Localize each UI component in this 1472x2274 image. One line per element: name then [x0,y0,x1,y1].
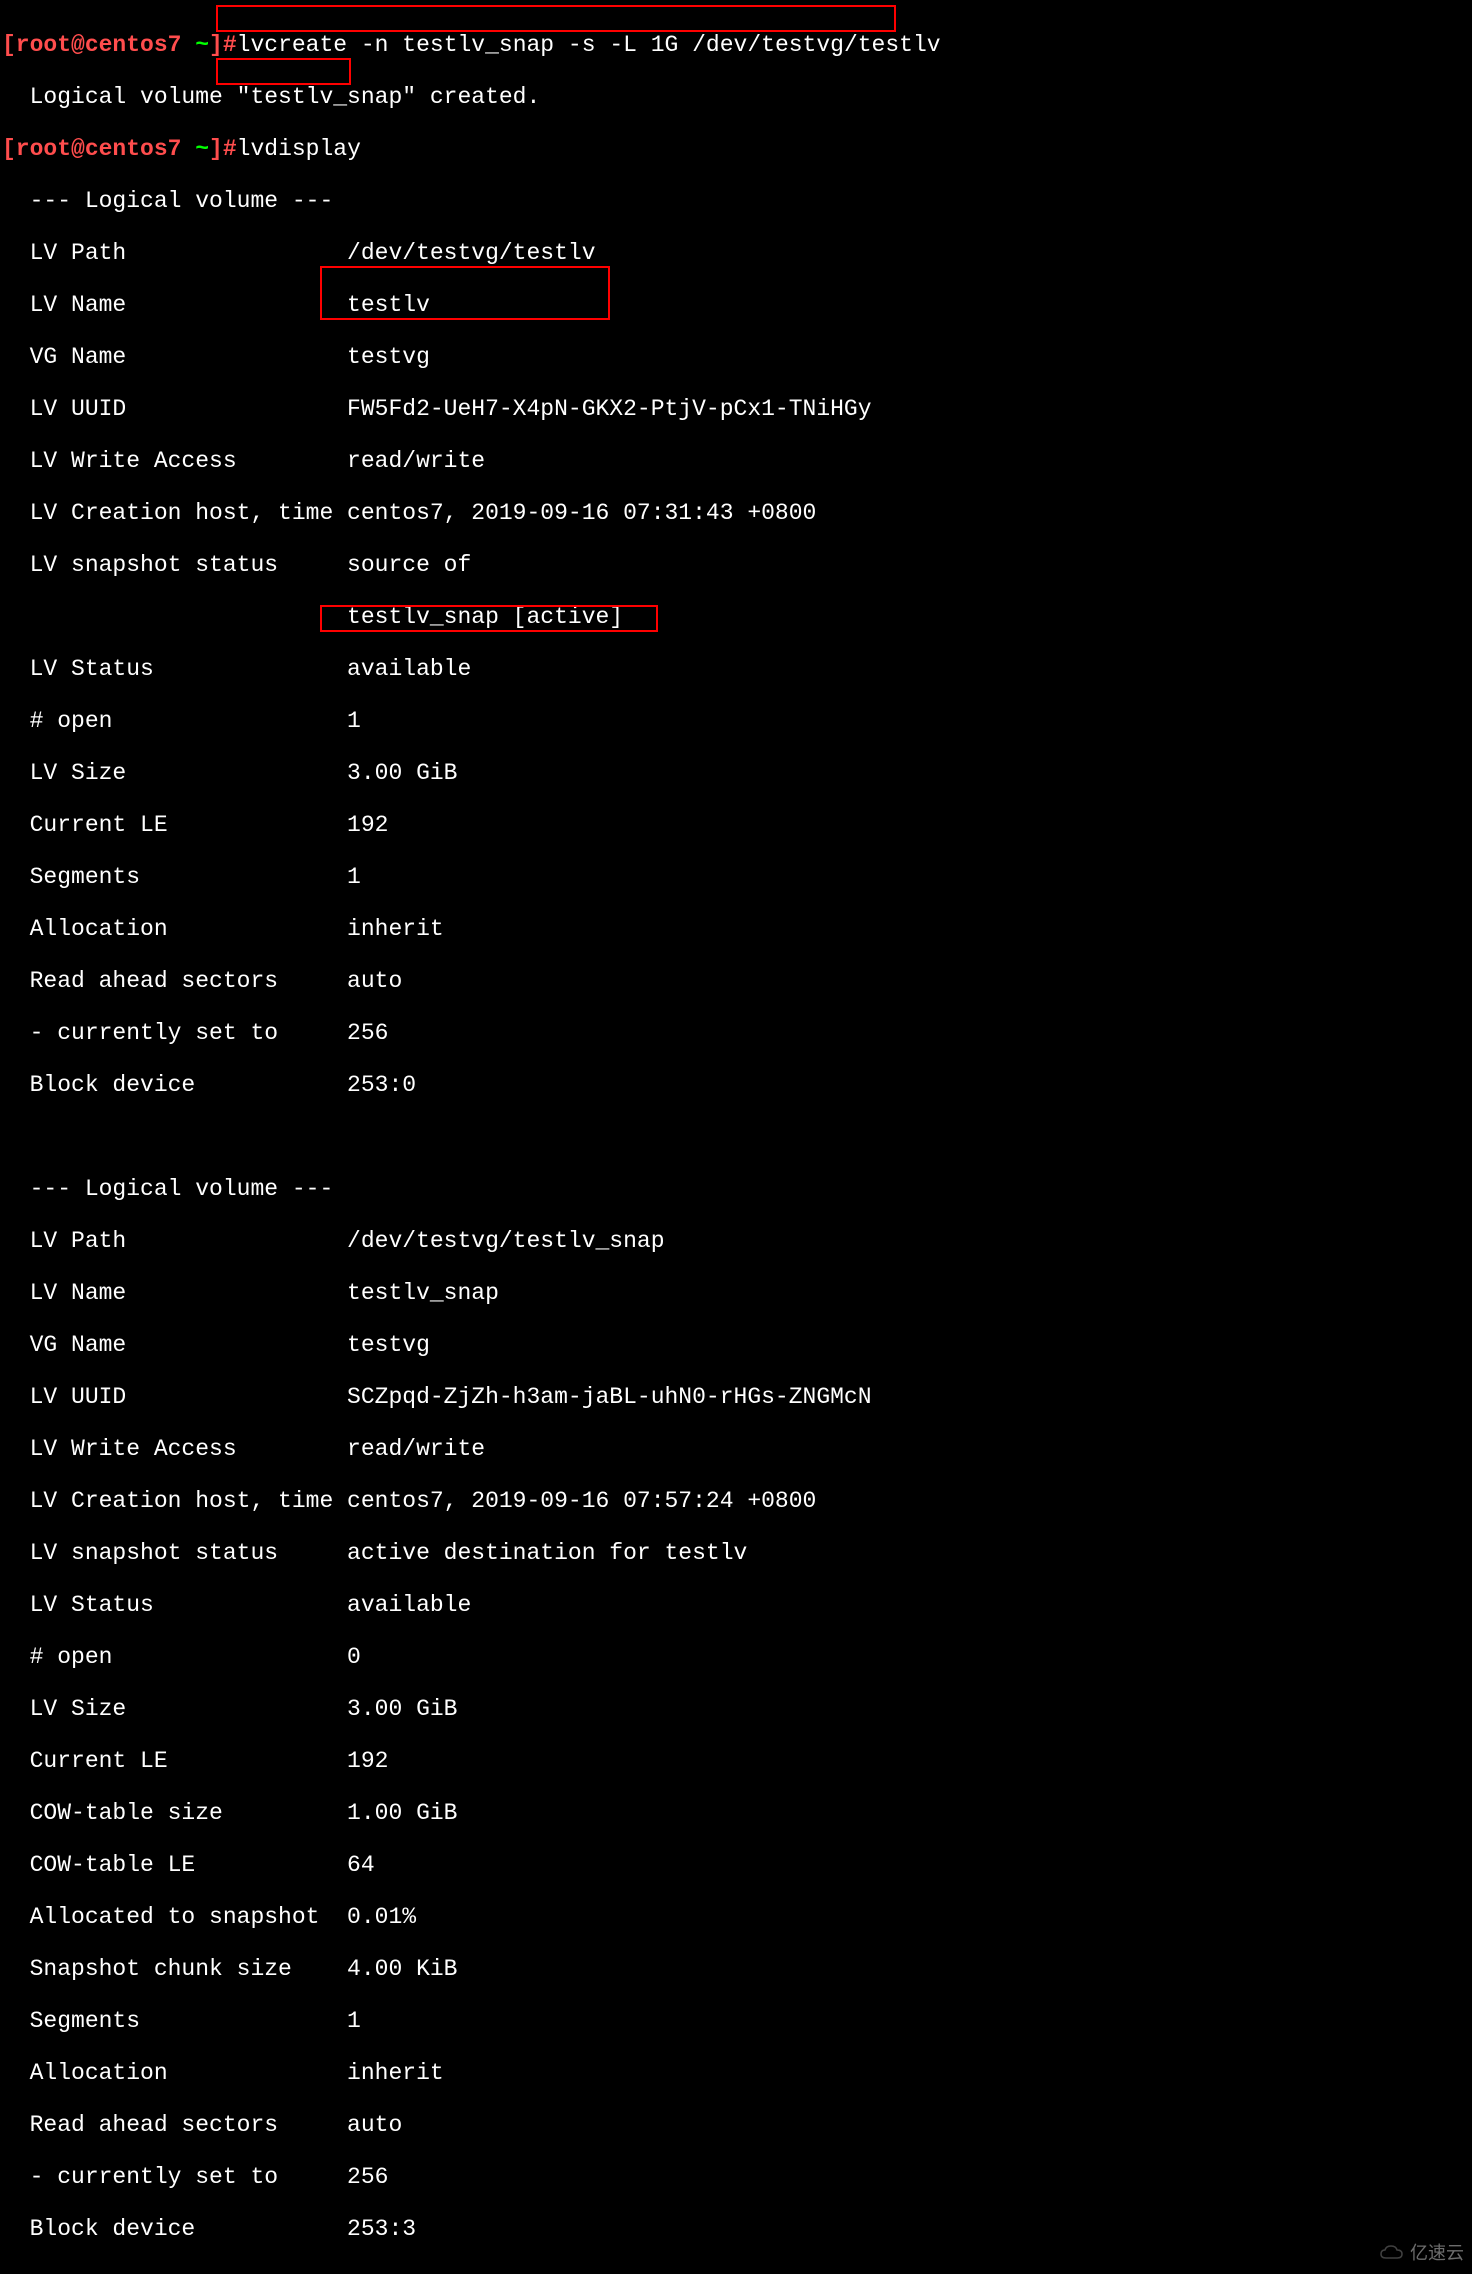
lv1-size: LV Size 3.00 GiB [2,760,1470,786]
lv1-open: # open 1 [2,708,1470,734]
lv1-snapshot-status-1: LV snapshot status source of [2,552,1470,578]
lv1-path: LV Path /dev/testvg/testlv [2,240,1470,266]
lv1-name: LV Name testlv [2,292,1470,318]
lv2-name: LV Name testlv_snap [2,1280,1470,1306]
cmd-line-2[interactable]: [root@centos7 ~]#lvdisplay [2,136,1470,162]
lv1-allocation: Allocation inherit [2,916,1470,942]
output-created: Logical volume "testlv_snap" created. [2,84,1470,110]
lv2-currently-set: - currently set to 256 [2,2164,1470,2190]
command-lvcreate: lvcreate -n testlv_snap -s -L 1G /dev/te… [237,32,941,58]
lv2-current-le: Current LE 192 [2,1748,1470,1774]
lv2-vg: VG Name testvg [2,1332,1470,1358]
lv2-cow-le: COW-table LE 64 [2,1852,1470,1878]
lv2-uuid: LV UUID SCZpqd-ZjZh-h3am-jaBL-uhN0-rHGs-… [2,1384,1470,1410]
lv2-path: LV Path /dev/testvg/testlv_snap [2,1228,1470,1254]
prompt-user: [root@centos7 [2,32,195,58]
prompt-hash: ]# [209,136,237,162]
cmd-line-1[interactable]: [root@centos7 ~]#lvcreate -n testlv_snap… [2,32,1470,58]
lv2-cow-size: COW-table size 1.00 GiB [2,1800,1470,1826]
lv1-header: --- Logical volume --- [2,188,1470,214]
lv1-status: LV Status available [2,656,1470,682]
lv1-snapshot-status-2: testlv_snap [active] [2,604,1470,630]
cloud-icon [1378,2244,1406,2262]
command-lvdisplay: lvdisplay [237,136,361,162]
lv1-block-device: Block device 253:0 [2,1072,1470,1098]
lv2-size: LV Size 3.00 GiB [2,1696,1470,1722]
watermark: 亿速云 [1378,2240,1464,2266]
lv1-read-ahead: Read ahead sectors auto [2,968,1470,994]
prompt-dir: ~ [195,32,209,58]
lv1-vg: VG Name testvg [2,344,1470,370]
lv1-segments: Segments 1 [2,864,1470,890]
watermark-text: 亿速云 [1410,2240,1464,2266]
lv1-uuid: LV UUID FW5Fd2-UeH7-X4pN-GKX2-PtjV-pCx1-… [2,396,1470,422]
lv1-current-le: Current LE 192 [2,812,1470,838]
blank-line [2,1124,1470,1150]
lv2-block-device: Block device 253:3 [2,2216,1470,2242]
lv2-chunk-size: Snapshot chunk size 4.00 KiB [2,1956,1470,1982]
lv2-header: --- Logical volume --- [2,1176,1470,1202]
terminal-output: [root@centos7 ~]#lvcreate -n testlv_snap… [0,0,1472,2274]
lv2-snapshot-status: LV snapshot status active destination fo… [2,1540,1470,1566]
prompt-user: [root@centos7 [2,136,195,162]
lv1-currently-set: - currently set to 256 [2,1020,1470,1046]
prompt-dir: ~ [195,136,209,162]
lv2-allocated-snapshot: Allocated to snapshot 0.01% [2,1904,1470,1930]
lv2-write-access: LV Write Access read/write [2,1436,1470,1462]
lv2-status: LV Status available [2,1592,1470,1618]
lv1-write-access: LV Write Access read/write [2,448,1470,474]
prompt-hash: ]# [209,32,237,58]
lv2-allocation: Allocation inherit [2,2060,1470,2086]
lv1-creation-time: LV Creation host, time centos7, 2019-09-… [2,500,1470,526]
lv2-segments: Segments 1 [2,2008,1470,2034]
lv2-read-ahead: Read ahead sectors auto [2,2112,1470,2138]
lv2-creation-time: LV Creation host, time centos7, 2019-09-… [2,1488,1470,1514]
lv2-open: # open 0 [2,1644,1470,1670]
